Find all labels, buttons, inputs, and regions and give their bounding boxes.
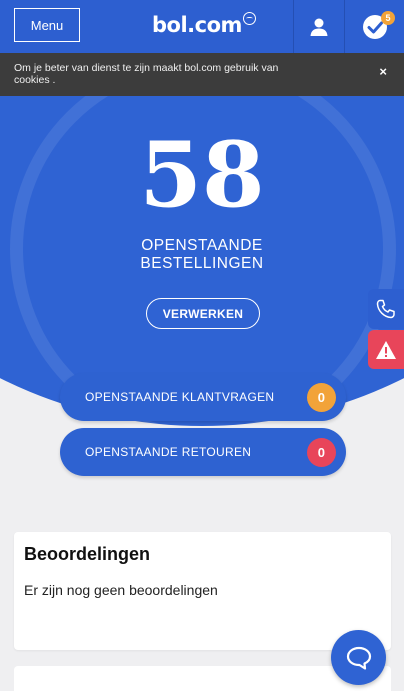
warning-icon bbox=[376, 340, 396, 359]
phone-tab[interactable] bbox=[368, 289, 404, 329]
reviews-title: Beoordelingen bbox=[24, 544, 151, 564]
open-orders-count: 58 bbox=[139, 122, 265, 228]
account-button[interactable] bbox=[294, 0, 344, 53]
cookie-suffix: . bbox=[49, 74, 56, 86]
cookie-notice: Om je beter van dienst te zijn maakt bol… bbox=[0, 53, 404, 96]
menu-button[interactable]: Menu bbox=[14, 8, 80, 42]
reviews-card: Beoordelingen Er zijn nog geen beoordeli… bbox=[14, 532, 391, 650]
close-icon[interactable]: × bbox=[379, 64, 387, 79]
open-orders-label-line1: OPENSTAANDE bbox=[141, 237, 263, 254]
open-questions-count: 0 bbox=[307, 383, 336, 412]
cookies-link[interactable]: cookies bbox=[14, 74, 50, 86]
chat-icon bbox=[346, 646, 371, 670]
logo-text: bol.com bbox=[152, 13, 242, 37]
open-orders-label: OPENSTAANDE BESTELLINGEN bbox=[0, 237, 404, 273]
user-icon bbox=[310, 18, 328, 36]
top-header: Menu bol.com 5 bbox=[0, 0, 404, 53]
open-returns-pill[interactable]: OPENSTAANDE RETOUREN 0 bbox=[60, 428, 346, 476]
open-questions-label: OPENSTAANDE KLANTVRAGEN bbox=[85, 390, 275, 404]
open-returns-count: 0 bbox=[307, 438, 336, 467]
process-orders-button[interactable]: VERWERKEN bbox=[146, 298, 260, 329]
bol-logo[interactable]: bol.com bbox=[152, 10, 256, 40]
orders-count-badge: 5 bbox=[381, 11, 395, 25]
open-orders-label-line2: BESTELLINGEN bbox=[140, 255, 264, 272]
cookie-text: Om je beter van dienst te zijn maakt bol… bbox=[14, 62, 279, 74]
open-questions-pill[interactable]: OPENSTAANDE KLANTVRAGEN 0 bbox=[60, 373, 346, 421]
logo-smile-icon bbox=[242, 11, 256, 25]
chat-button[interactable] bbox=[331, 630, 386, 685]
alert-tab[interactable] bbox=[368, 330, 404, 369]
phone-icon bbox=[376, 299, 395, 319]
orders-button[interactable] bbox=[345, 0, 404, 53]
reviews-empty-text: Er zijn nog geen beoordelingen bbox=[24, 582, 218, 598]
open-returns-label: OPENSTAANDE RETOUREN bbox=[85, 445, 252, 459]
